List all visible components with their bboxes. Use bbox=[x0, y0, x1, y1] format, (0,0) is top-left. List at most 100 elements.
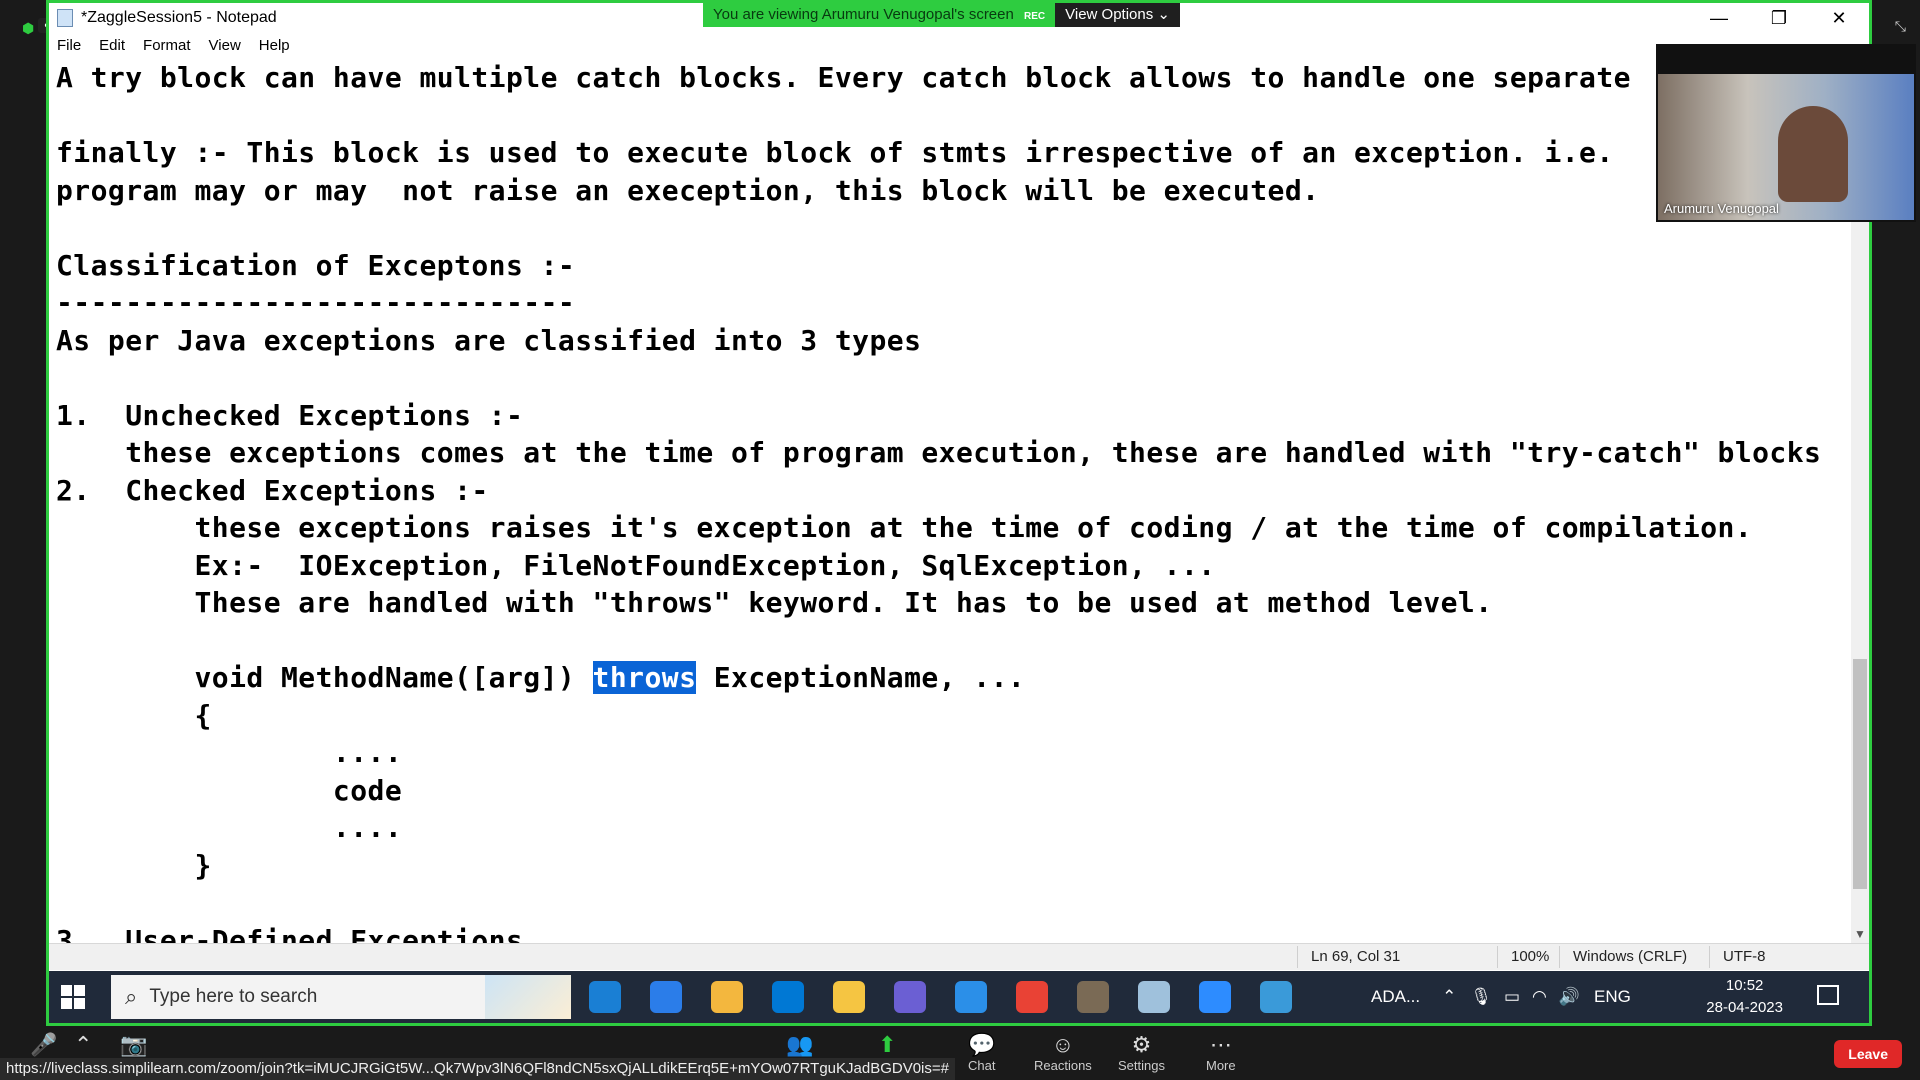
stop-video-icon[interactable]: 📷 bbox=[120, 1032, 147, 1058]
reactions-icon: ☺ bbox=[1051, 1032, 1075, 1057]
taskbar-app-icon[interactable] bbox=[1016, 981, 1048, 1013]
window-controls: — ❐ ✕ bbox=[1689, 3, 1869, 33]
ada-app-label[interactable]: ADA... bbox=[1371, 987, 1420, 1007]
minimize-button[interactable]: — bbox=[1689, 3, 1749, 33]
line-ending: Windows (CRLF) bbox=[1573, 948, 1688, 965]
taskbar-app-icon[interactable] bbox=[955, 981, 987, 1013]
taskbar-app-icon[interactable] bbox=[772, 981, 804, 1013]
text-editor[interactable]: A try block can have multiple catch bloc… bbox=[49, 59, 1851, 943]
scrollbar-thumb[interactable] bbox=[1853, 659, 1867, 889]
zoom-level: 100% bbox=[1511, 948, 1550, 965]
participant-video[interactable]: Arumuru Venugopal bbox=[1656, 44, 1916, 222]
shared-screen: *ZaggleSession5 - Notepad — ❐ ✕ You are … bbox=[46, 0, 1872, 1026]
taskbar-app-icon[interactable] bbox=[1199, 981, 1231, 1013]
editor-line: these exceptions comes at the time of pr… bbox=[56, 436, 1822, 469]
editor-line: A try block can have multiple catch bloc… bbox=[56, 61, 1631, 94]
video-toolbar bbox=[1658, 46, 1914, 74]
notepad-icon bbox=[57, 9, 73, 27]
editor-line: .... bbox=[56, 811, 403, 844]
editor-line: these exceptions raises it's exception a… bbox=[56, 511, 1753, 544]
banner-rec-badge: REC bbox=[1024, 11, 1046, 22]
editor-line: 2. Checked Exceptions :- bbox=[56, 473, 489, 507]
system-tray: ADA... ⌃ 🎙 ▭ ◠ 🔊 ENG bbox=[1371, 971, 1631, 1023]
scroll-down-icon[interactable]: ▼ bbox=[1854, 927, 1866, 941]
more-icon: ⋯ bbox=[1209, 1032, 1232, 1057]
settings-label: Settings bbox=[1118, 1058, 1165, 1073]
taskbar-search[interactable]: ⌕ Type here to search bbox=[111, 975, 571, 1019]
editor-line: code bbox=[56, 773, 403, 807]
editor-line: These are handled with "throws" keyword.… bbox=[56, 586, 1493, 619]
zoom-meeting-controls: 🎤 ⌃ 📷 👥 18 ⬆ 💬 Chat ☺ Reactions ⚙ Settin… bbox=[0, 1026, 1920, 1080]
more-button[interactable]: ⋯ More bbox=[1206, 1032, 1236, 1073]
windows-taskbar: ⌕ Type here to search ADA... ⌃ 🎙 ▭ ◠ 🔊 E… bbox=[49, 971, 1869, 1023]
view-options-button[interactable]: View Options ⌄ bbox=[1055, 3, 1180, 27]
mute-mic-icon[interactable]: 🎤 bbox=[30, 1032, 57, 1058]
notification-icon[interactable] bbox=[1817, 985, 1839, 1005]
menu-help[interactable]: Help bbox=[251, 37, 300, 54]
status-separator bbox=[1559, 946, 1560, 968]
status-separator bbox=[1297, 946, 1298, 968]
chat-icon: 💬 bbox=[968, 1032, 996, 1057]
start-button[interactable] bbox=[61, 985, 85, 1009]
volume-icon[interactable]: 🔊 bbox=[1559, 987, 1580, 1007]
participant-figure bbox=[1778, 106, 1848, 202]
viewing-text: You are viewing Arumuru Venugopal's scre… bbox=[713, 6, 1014, 23]
taskbar-app-icon[interactable] bbox=[711, 981, 743, 1013]
wifi-icon[interactable]: ◠ bbox=[1532, 987, 1547, 1007]
menu-view[interactable]: View bbox=[201, 37, 251, 54]
security-shield-icon[interactable]: ⬢ bbox=[22, 20, 34, 37]
status-bar: Ln 69, Col 31 100% Windows (CRLF) UTF-8 bbox=[49, 943, 1869, 970]
search-icon: ⌕ bbox=[125, 984, 138, 1009]
viewing-message: You are viewing Arumuru Venugopal's scre… bbox=[703, 3, 1056, 27]
share-screen-icon[interactable]: ⬆ bbox=[878, 1032, 896, 1058]
restore-button[interactable]: ❐ bbox=[1749, 3, 1809, 33]
taskbar-app-icon[interactable] bbox=[1077, 981, 1109, 1013]
taskbar-app-icon[interactable] bbox=[833, 981, 865, 1013]
clock-date: 28-04-2023 bbox=[1706, 999, 1783, 1016]
taskbar-clock[interactable]: 10:52 28-04-2023 bbox=[1706, 975, 1783, 1019]
line-text: void MethodName([arg]) bbox=[56, 661, 593, 694]
leave-button[interactable]: Leave bbox=[1834, 1040, 1902, 1068]
reactions-button[interactable]: ☺ Reactions bbox=[1034, 1032, 1092, 1073]
battery-icon[interactable]: ▭ bbox=[1504, 987, 1520, 1007]
menubar: File Edit Format View Help bbox=[49, 33, 1869, 57]
close-button[interactable]: ✕ bbox=[1809, 3, 1869, 33]
tray-expand-icon[interactable]: ⌃ bbox=[1442, 987, 1456, 1007]
editor-line: } bbox=[56, 848, 212, 882]
status-url: https://liveclass.simplilearn.com/zoom/j… bbox=[0, 1058, 955, 1080]
status-separator bbox=[1709, 946, 1710, 968]
window-title: *ZaggleSession5 - Notepad bbox=[81, 9, 277, 26]
editor-line: Classification of Exceptons :- bbox=[56, 248, 576, 282]
taskbar-app-icon[interactable] bbox=[1138, 981, 1170, 1013]
participant-name: Arumuru Venugopal bbox=[1664, 201, 1779, 216]
menu-file[interactable]: File bbox=[49, 37, 91, 54]
screen-share-banner: You are viewing Arumuru Venugopal's scre… bbox=[703, 3, 1180, 27]
microphone-icon[interactable]: 🎙 bbox=[1470, 987, 1492, 1007]
editor-line: Ex:- IOException, FileNotFoundException,… bbox=[56, 548, 1216, 582]
chat-label: Chat bbox=[968, 1058, 996, 1073]
language-indicator[interactable]: ENG bbox=[1594, 987, 1631, 1007]
editor-line: 3. User-Defined Exceptions bbox=[56, 923, 524, 944]
participants-icon: 👥 bbox=[786, 1032, 814, 1057]
chat-button[interactable]: 💬 Chat bbox=[968, 1032, 995, 1073]
editor-line: void MethodName([arg]) throws ExceptionN… bbox=[56, 661, 1025, 694]
search-highlight-image bbox=[485, 975, 571, 1019]
taskbar-app-icon[interactable] bbox=[1260, 981, 1292, 1013]
collapse-icon[interactable]: ⤡ bbox=[1895, 18, 1906, 35]
gear-icon: ⚙ bbox=[1131, 1032, 1152, 1057]
reactions-label: Reactions bbox=[1034, 1058, 1092, 1073]
selected-text: throws bbox=[592, 661, 697, 694]
search-input[interactable]: Type here to search bbox=[149, 986, 317, 1008]
editor-line: { bbox=[56, 698, 212, 732]
menu-edit[interactable]: Edit bbox=[91, 37, 135, 54]
menu-format[interactable]: Format bbox=[135, 37, 201, 54]
settings-button[interactable]: ⚙ Settings bbox=[1118, 1032, 1165, 1073]
line-text: ExceptionName, ... bbox=[696, 661, 1026, 694]
taskbar-app-icon[interactable] bbox=[894, 981, 926, 1013]
taskbar-app-icon[interactable] bbox=[589, 981, 621, 1013]
mic-options-chevron-icon[interactable]: ⌃ bbox=[74, 1032, 92, 1058]
editor-line: program may or may not raise an execepti… bbox=[56, 173, 1320, 207]
taskbar-app-icon[interactable] bbox=[650, 981, 682, 1013]
editor-line: ------------------------------ bbox=[56, 286, 576, 319]
clock-time: 10:52 bbox=[1725, 977, 1764, 994]
